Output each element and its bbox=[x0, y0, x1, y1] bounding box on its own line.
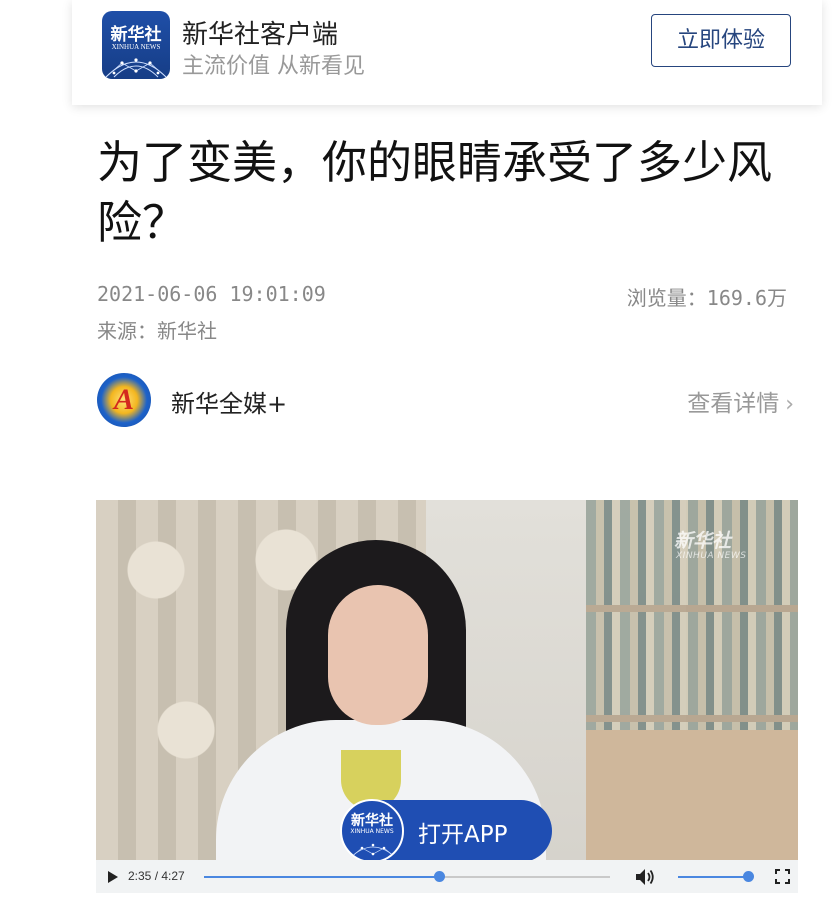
progress-fill bbox=[204, 876, 440, 878]
volume-fill bbox=[678, 876, 748, 878]
network-globe-icon bbox=[349, 843, 397, 859]
time-display: 2:35 / 4:27 bbox=[128, 869, 185, 883]
progress-thumb[interactable] bbox=[434, 871, 446, 882]
article-title: 为了变美，你的眼睛承受了多少风险？ bbox=[97, 136, 773, 249]
progress-slider[interactable] bbox=[204, 871, 610, 882]
author-name[interactable]: 新华全媒+ bbox=[171, 384, 287, 419]
view-details-link[interactable]: 查看详情 › bbox=[687, 384, 794, 418]
volume-thumb[interactable] bbox=[742, 871, 754, 882]
video-frame-cabinet bbox=[586, 730, 798, 860]
video-controls-bar: 2:35 / 4:27 bbox=[96, 860, 798, 893]
author-avatar[interactable]: A bbox=[97, 373, 151, 427]
volume-slider[interactable] bbox=[678, 871, 754, 882]
publish-date: 2021-06-06 19:01:09 bbox=[97, 282, 326, 306]
play-icon[interactable] bbox=[107, 870, 119, 884]
volume-icon[interactable] bbox=[634, 867, 656, 887]
try-now-button[interactable]: 立即体验 bbox=[651, 14, 791, 67]
open-app-logo-english-text: XINHUA NEWS bbox=[350, 828, 394, 835]
xinhua-app-logo-icon: 新华社 XINHUA NEWS bbox=[340, 799, 404, 863]
video-watermark-chinese: 新华社 bbox=[674, 530, 732, 552]
network-globe-icon bbox=[105, 58, 167, 78]
app-name: 新华社客户端 bbox=[182, 20, 339, 50]
app-download-banner: 新华社 XINHUA NEWS 新华社客户端 主流价值 从新看见 立即体验 bbox=[72, 0, 822, 105]
video-frame-person-face bbox=[328, 585, 428, 725]
chevron-right-icon: › bbox=[785, 392, 794, 417]
view-count: 浏览量：169.6万 bbox=[626, 286, 787, 310]
view-details-label: 查看详情 bbox=[687, 391, 780, 417]
fullscreen-icon[interactable] bbox=[775, 869, 790, 884]
app-slogan: 主流价值 从新看见 bbox=[182, 54, 365, 79]
app-logo-english-text: XINHUA NEWS bbox=[111, 43, 161, 51]
xinhua-app-logo-icon[interactable]: 新华社 XINHUA NEWS bbox=[102, 11, 170, 79]
open-app-logo-chinese-text: 新华社 bbox=[351, 813, 393, 829]
open-app-label: 打开APP bbox=[418, 822, 508, 848]
video-watermark-english: XINHUA NEWS bbox=[676, 551, 747, 561]
video-player[interactable]: 新华社 XINHUA NEWS 新华社 XINHUA NEWS 打开APP 2:… bbox=[96, 500, 798, 893]
app-logo-chinese-text: 新华社 bbox=[110, 25, 162, 45]
xinhua-quanmei-logo-icon: A bbox=[113, 383, 134, 416]
article-source: 来源：新华社 bbox=[97, 319, 217, 343]
open-app-button[interactable]: 新华社 XINHUA NEWS 打开APP bbox=[340, 799, 552, 863]
